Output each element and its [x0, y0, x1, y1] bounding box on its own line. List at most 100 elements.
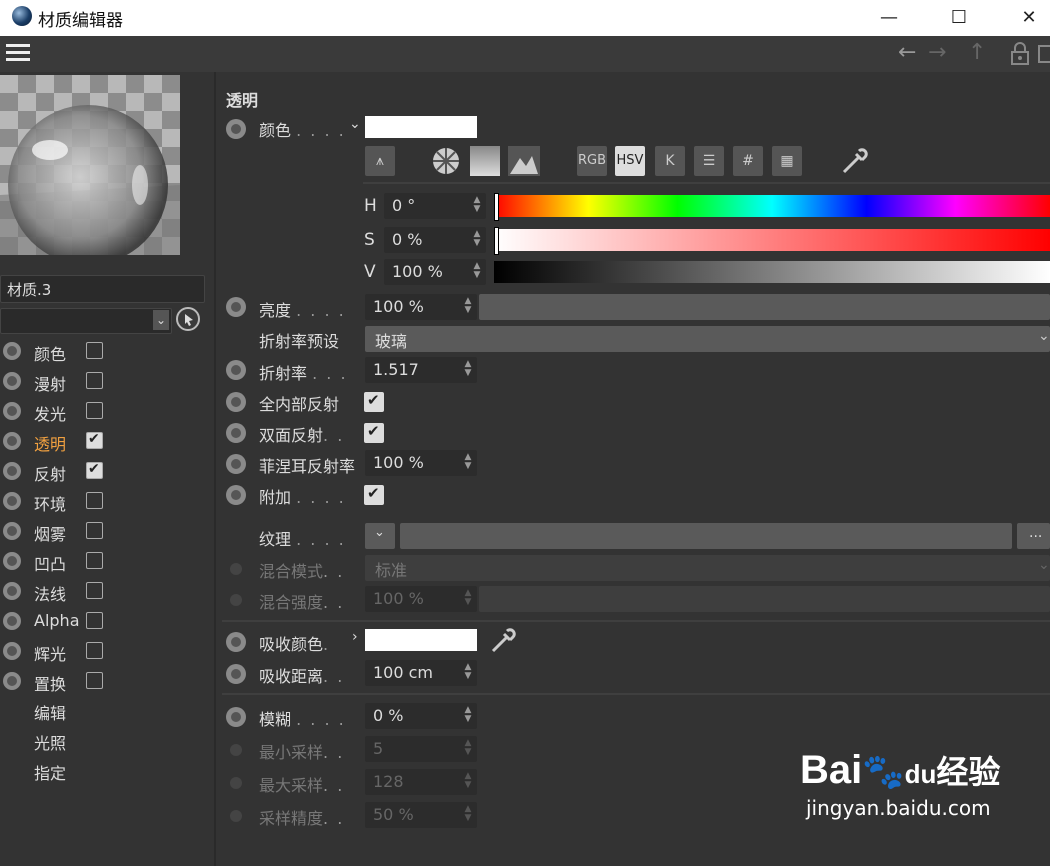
absorption-color-swatch[interactable] — [365, 629, 477, 651]
absorption-distance-anim-radio[interactable] — [226, 664, 246, 684]
channel-radio[interactable] — [3, 582, 21, 600]
channel-extra-assign[interactable]: 指定 — [34, 760, 66, 784]
color-expand-chevron-icon[interactable]: ⌄ — [349, 116, 361, 132]
channel-item[interactable]: 辉光 — [0, 637, 214, 665]
channel-checkbox[interactable] — [86, 431, 103, 449]
channel-radio[interactable] — [3, 462, 21, 480]
color-swatch[interactable] — [365, 116, 477, 138]
channel-checkbox[interactable] — [86, 342, 103, 359]
channel-label[interactable]: 漫射 — [34, 371, 66, 395]
brightness-stepper-icon[interactable]: ▲ ▼ — [463, 297, 473, 317]
fresnel-input[interactable]: 100 % ▲ ▼ — [365, 450, 477, 476]
minimize-button[interactable]: — — [866, 0, 912, 34]
channel-checkbox[interactable] — [86, 372, 103, 389]
ior-input[interactable]: 1.517 ▲ ▼ — [365, 357, 477, 383]
absorption-eyedropper-icon[interactable] — [488, 626, 518, 656]
fresnel-stepper-icon[interactable]: ▲ ▼ — [463, 453, 473, 473]
channel-item[interactable]: 发光 — [0, 397, 214, 425]
double-sided-anim-radio[interactable] — [226, 423, 246, 443]
channel-label[interactable]: 反射 — [34, 461, 66, 485]
tir-anim-radio[interactable] — [226, 392, 246, 412]
spectrum-icon[interactable] — [470, 146, 500, 176]
channel-item[interactable]: 置换 — [0, 667, 214, 695]
channel-item[interactable]: 透明 — [0, 427, 214, 455]
chevron-down-icon[interactable]: ⌄ — [153, 310, 169, 330]
s-stepper-icon[interactable]: ▲ ▼ — [472, 230, 482, 250]
channel-label[interactable]: 透明 — [34, 431, 66, 455]
v-input[interactable]: 100 % ▲ ▼ — [384, 259, 486, 285]
channel-radio[interactable] — [3, 402, 21, 420]
hsv-mode-button[interactable]: HSV — [615, 146, 645, 176]
new-window-icon[interactable] — [1038, 42, 1050, 66]
channel-checkbox[interactable] — [86, 582, 103, 599]
absorption-color-anim-radio[interactable] — [226, 632, 246, 652]
s-input[interactable]: 0 % ▲ ▼ — [384, 227, 486, 253]
channel-radio[interactable] — [3, 612, 21, 630]
channel-label[interactable]: 烟雾 — [34, 521, 66, 545]
channel-checkbox[interactable] — [86, 672, 103, 689]
material-preview[interactable] — [0, 75, 180, 255]
channel-checkbox[interactable] — [86, 492, 103, 509]
channel-item[interactable]: 环境 — [0, 487, 214, 515]
pick-cursor-button[interactable] — [176, 307, 200, 331]
saturation-slider-handle[interactable] — [494, 227, 499, 255]
blur-input[interactable]: 0 % ▲ ▼ — [365, 703, 477, 729]
blend-strength-input[interactable]: 100 % ▲ ▼ — [365, 586, 477, 612]
channel-label[interactable]: 环境 — [34, 491, 66, 515]
blend-mode-dropdown[interactable]: 标准 ⌄ — [365, 555, 1050, 581]
channel-radio[interactable] — [3, 552, 21, 570]
channel-item[interactable]: 反射 — [0, 457, 214, 485]
channel-radio[interactable] — [3, 492, 21, 510]
eyedropper-icon[interactable] — [838, 146, 870, 176]
channel-checkbox[interactable] — [86, 461, 103, 479]
rgb-mode-button[interactable]: RGB — [577, 146, 607, 176]
absorption-distance-stepper-icon[interactable]: ▲ ▼ — [463, 663, 473, 683]
channel-radio[interactable] — [3, 642, 21, 660]
arrow-up-icon[interactable]: ↑ — [968, 40, 986, 65]
channel-label[interactable]: 辉光 — [34, 641, 66, 665]
maximize-button[interactable]: ☐ — [936, 0, 982, 34]
channel-radio[interactable] — [3, 522, 21, 540]
fresnel-anim-radio[interactable] — [226, 454, 246, 474]
channel-item[interactable]: 颜色 — [0, 337, 214, 365]
image-icon[interactable] — [508, 146, 540, 176]
channel-item[interactable]: 烟雾 — [0, 517, 214, 545]
saturation-slider[interactable] — [494, 229, 1050, 251]
material-name-field[interactable]: 材质.3 — [0, 275, 205, 303]
channel-radio[interactable] — [3, 672, 21, 690]
channel-item[interactable]: 漫射 — [0, 367, 214, 395]
ior-preset-dropdown[interactable]: 玻璃 ⌄ — [365, 326, 1050, 352]
channel-extra-lighting[interactable]: 光照 — [34, 730, 66, 754]
h-stepper-icon[interactable]: ▲ ▼ — [472, 196, 482, 216]
channel-label[interactable]: 颜色 — [34, 341, 66, 365]
tir-checkbox[interactable] — [364, 391, 384, 412]
blend-strength-slider[interactable] — [479, 586, 1050, 612]
arrow-right-icon[interactable]: → — [928, 40, 946, 65]
mixer-icon[interactable]: ☰ — [694, 146, 724, 176]
additive-anim-radio[interactable] — [226, 485, 246, 505]
brightness-input[interactable]: 100 % ▲ ▼ — [365, 294, 477, 320]
channel-radio[interactable] — [3, 372, 21, 390]
channel-checkbox[interactable] — [86, 522, 103, 539]
accuracy-input[interactable]: 50 % ▲ ▼ — [365, 802, 477, 828]
brightness-anim-radio[interactable] — [226, 297, 246, 317]
brightness-slider[interactable] — [479, 294, 1050, 320]
channel-label[interactable]: 置换 — [34, 671, 66, 695]
min-samples-input[interactable]: 5 ▲ ▼ — [365, 736, 477, 762]
channel-checkbox[interactable] — [86, 612, 103, 629]
hue-slider[interactable] — [494, 195, 1050, 217]
swatches-grid-icon[interactable]: ▦ — [772, 146, 802, 176]
additive-checkbox[interactable] — [364, 484, 384, 505]
channel-item[interactable]: Alpha — [0, 607, 214, 635]
h-input[interactable]: 0 ° ▲ ▼ — [384, 193, 486, 219]
channel-label[interactable]: 凹凸 — [34, 551, 66, 575]
v-stepper-icon[interactable]: ▲ ▼ — [472, 262, 482, 282]
texture-more-button[interactable]: ... — [1017, 523, 1050, 549]
channel-item[interactable]: 法线 — [0, 577, 214, 605]
texture-slot[interactable] — [400, 523, 1012, 549]
channel-label[interactable]: 法线 — [34, 581, 66, 605]
hex-mode-button[interactable]: # — [733, 146, 763, 176]
blur-stepper-icon[interactable]: ▲ ▼ — [463, 706, 473, 726]
max-samples-input[interactable]: 128 ▲ ▼ — [365, 769, 477, 795]
hamburger-menu-icon[interactable] — [6, 44, 30, 62]
